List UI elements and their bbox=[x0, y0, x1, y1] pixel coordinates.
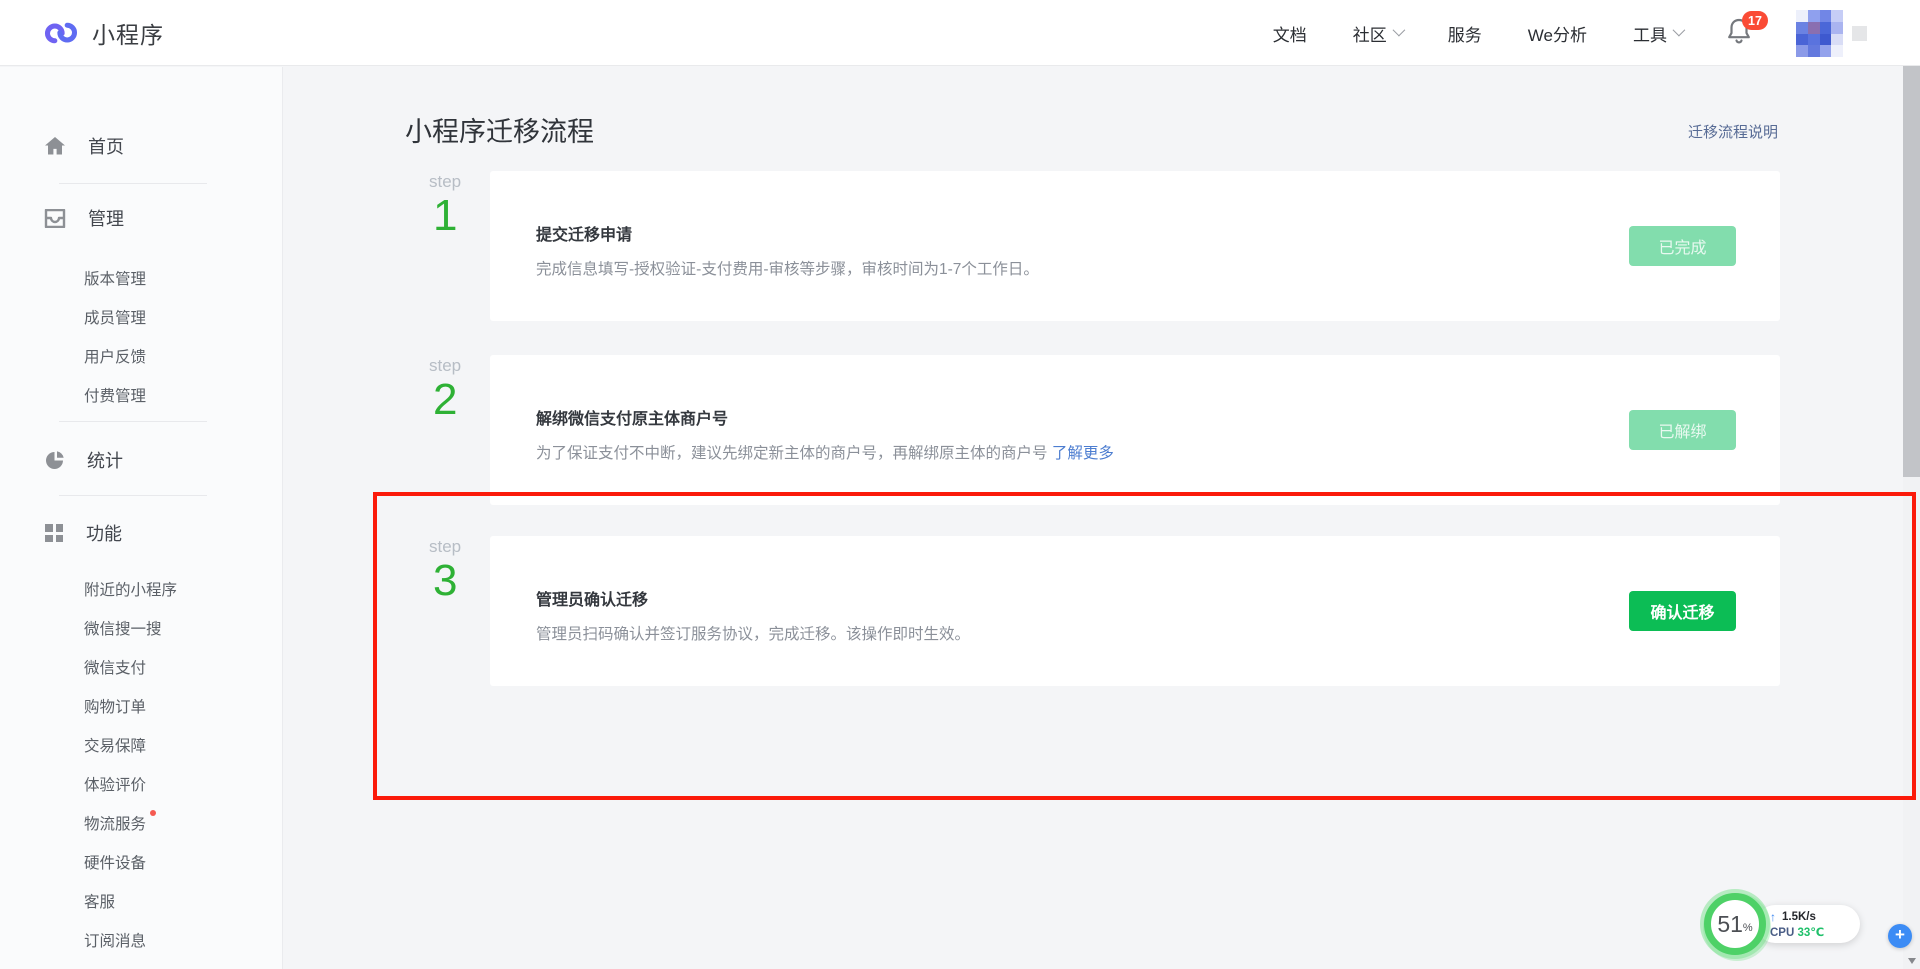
cpu-label: CPU bbox=[1770, 927, 1794, 939]
nav-item-service[interactable]: 服务 bbox=[1448, 21, 1482, 46]
sidebar-item-nearby-miniprograms[interactable]: 附近的小程序 bbox=[84, 578, 177, 600]
step-card-2: 解绑微信支付原主体商户号 为了保证支付不中断，建议先绑定新主体的商户号，再解绑原… bbox=[490, 355, 1780, 505]
pie-chart-icon bbox=[44, 450, 65, 471]
step-card-1: 提交迁移申请 完成信息填写-授权验证-支付费用-审核等步骤，审核时间为1-7个工… bbox=[490, 171, 1780, 321]
sidebar-item-experience-rating[interactable]: 体验评价 bbox=[84, 773, 146, 795]
archive-icon bbox=[44, 209, 66, 228]
nav-item-we-analysis[interactable]: We分析 bbox=[1528, 21, 1587, 46]
home-icon bbox=[44, 136, 66, 156]
scrollbar-thumb[interactable] bbox=[1903, 17, 1920, 477]
upload-arrow-icon: ↑ bbox=[1770, 910, 1776, 924]
top-navbar: 小程序 文档 社区 服务 We分析 工具 17 bbox=[0, 0, 1920, 66]
chevron-down-icon bbox=[1673, 23, 1686, 36]
chevron-down-icon bbox=[1392, 23, 1405, 36]
sidebar-item-version-manage[interactable]: 版本管理 bbox=[84, 267, 146, 289]
grid-icon bbox=[44, 523, 64, 543]
sidebar-item-wechat-search[interactable]: 微信搜一搜 bbox=[84, 617, 162, 639]
monitor-pill: ↑ 1.5K/s CPU 33℃ + bbox=[1756, 905, 1860, 943]
nav-menu: 文档 社区 服务 We分析 工具 bbox=[1273, 0, 1682, 66]
sidebar: 首页 管理 版本管理 成员管理 用户反馈 付费管理 统计 功能 附近的小程序 微… bbox=[0, 67, 283, 969]
step-indicator-1: step 1 bbox=[429, 172, 489, 238]
new-feature-dot bbox=[150, 810, 156, 816]
logo-text: 小程序 bbox=[92, 16, 164, 50]
step2-unbound-button[interactable]: 已解绑 bbox=[1629, 410, 1736, 450]
monitor-add-button[interactable]: + bbox=[1888, 924, 1912, 948]
confirm-migration-button[interactable]: 确认迁移 bbox=[1629, 591, 1736, 631]
memory-percent-badge[interactable]: 51 % bbox=[1704, 893, 1766, 955]
migration-help-link[interactable]: 迁移流程说明 bbox=[1688, 121, 1778, 142]
notification-badge: 17 bbox=[1742, 11, 1768, 30]
scroll-down-button[interactable] bbox=[1903, 952, 1920, 969]
divider bbox=[59, 495, 207, 496]
sidebar-item-wechat-pay[interactable]: 微信支付 bbox=[84, 656, 146, 678]
sidebar-item-shopping-orders[interactable]: 购物订单 bbox=[84, 695, 146, 717]
step1-completed-button[interactable]: 已完成 bbox=[1629, 226, 1736, 266]
sidebar-item-user-feedback[interactable]: 用户反馈 bbox=[84, 345, 146, 367]
sidebar-item-manage[interactable]: 管理 bbox=[44, 205, 124, 231]
sidebar-item-features[interactable]: 功能 bbox=[44, 520, 122, 546]
sidebar-item-member-manage[interactable]: 成员管理 bbox=[84, 306, 146, 328]
avatar-menu-stub bbox=[1852, 26, 1867, 41]
system-monitor-widget: ↑ 1.5K/s CPU 33℃ + 51 % bbox=[1704, 893, 1870, 957]
step-title: 管理员确认迁移 bbox=[536, 586, 648, 610]
nav-item-community[interactable]: 社区 bbox=[1353, 21, 1402, 46]
step-description: 完成信息填写-授权验证-支付费用-审核等步骤，审核时间为1-7个工作日。 bbox=[536, 257, 1039, 279]
step-card-3: 管理员确认迁移 管理员扫码确认并签订服务协议，完成迁移。该操作即时生效。 确认迁… bbox=[490, 536, 1780, 686]
step-description: 管理员扫码确认并签订服务协议，完成迁移。该操作即时生效。 bbox=[536, 622, 970, 644]
sidebar-item-transaction-guarantee[interactable]: 交易保障 bbox=[84, 734, 146, 756]
sidebar-item-home[interactable]: 首页 bbox=[44, 133, 124, 159]
app-logo[interactable]: 小程序 bbox=[44, 0, 164, 66]
vertical-scrollbar[interactable] bbox=[1903, 0, 1920, 969]
divider bbox=[59, 421, 207, 422]
sidebar-item-logistics-service[interactable]: 物流服务 bbox=[84, 812, 156, 834]
percent-value: 51 bbox=[1717, 911, 1743, 938]
sidebar-item-hardware-devices[interactable]: 硬件设备 bbox=[84, 851, 146, 873]
step-title: 提交迁移申请 bbox=[536, 221, 632, 245]
page-title: 小程序迁移流程 bbox=[405, 110, 594, 149]
sidebar-item-subscribe-messages[interactable]: 订阅消息 bbox=[84, 929, 146, 951]
step-title: 解绑微信支付原主体商户号 bbox=[536, 405, 728, 429]
sidebar-item-customer-service[interactable]: 客服 bbox=[84, 890, 115, 912]
step-indicator-3: step 3 bbox=[429, 537, 489, 603]
triangle-down-icon bbox=[1908, 958, 1916, 964]
divider bbox=[59, 183, 207, 184]
network-speed: 1.5K/s bbox=[1782, 911, 1816, 923]
nav-item-tools[interactable]: 工具 bbox=[1633, 21, 1682, 46]
miniprogram-logo-icon bbox=[44, 16, 78, 50]
percent-unit: % bbox=[1743, 922, 1753, 934]
step-description: 为了保证支付不中断，建议先绑定新主体的商户号，再解绑原主体的商户号 了解更多 bbox=[536, 441, 1114, 463]
step-indicator-2: step 2 bbox=[429, 356, 489, 422]
learn-more-link[interactable]: 了解更多 bbox=[1052, 445, 1114, 462]
nav-item-docs[interactable]: 文档 bbox=[1273, 21, 1307, 46]
notification-bell-button[interactable]: 17 bbox=[1726, 17, 1772, 51]
avatar[interactable] bbox=[1796, 10, 1843, 57]
cpu-temperature: 33℃ bbox=[1797, 927, 1824, 939]
sidebar-item-paid-manage[interactable]: 付费管理 bbox=[84, 384, 146, 406]
sidebar-item-statistics[interactable]: 统计 bbox=[44, 447, 123, 473]
